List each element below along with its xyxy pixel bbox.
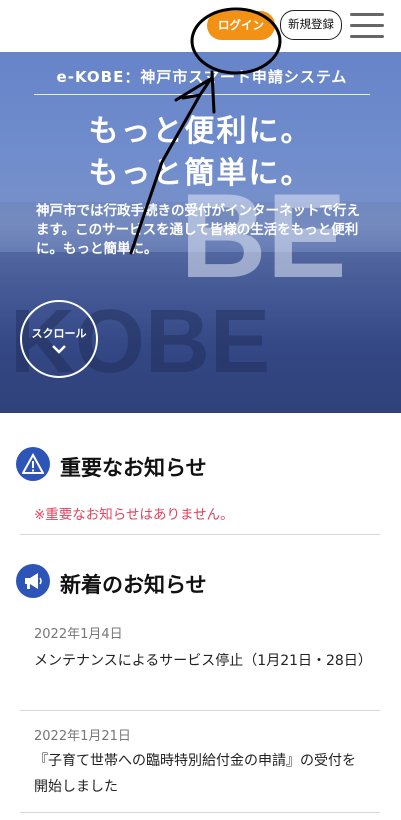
annotation-overlay bbox=[129, 7, 282, 255]
